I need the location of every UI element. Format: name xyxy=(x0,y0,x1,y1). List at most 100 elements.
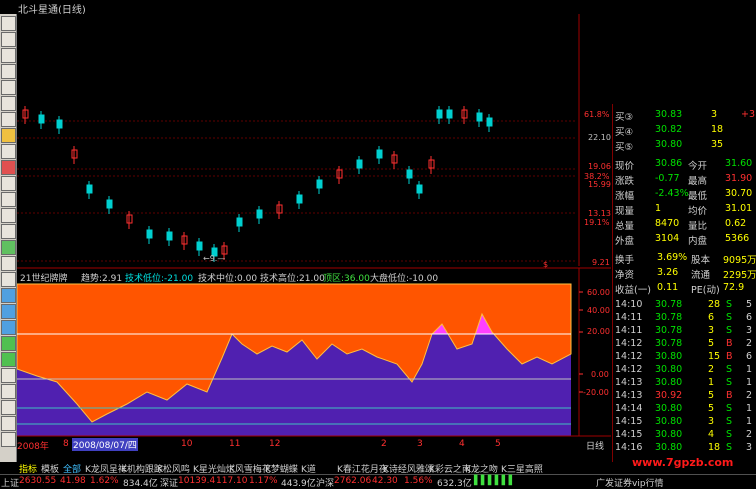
trade-time: 14:13 xyxy=(615,377,643,388)
trade-row: 14:12 30.80 2 S 1 xyxy=(613,364,756,377)
indicator-trend: 趋势:2.91 xyxy=(81,274,123,284)
stat-value: 5366 xyxy=(725,233,750,244)
stat-label: 收益(一) xyxy=(615,285,651,296)
sh-amount: 834.4亿 xyxy=(123,479,158,489)
trade-time: 14:15 xyxy=(615,416,643,427)
ind-axis-label: -20.00 xyxy=(583,388,609,397)
trade-count: 6 xyxy=(746,312,753,323)
stat-value: -0.77 xyxy=(655,173,680,184)
chart-svg xyxy=(17,14,611,437)
cursor-icon[interactable] xyxy=(1,368,16,383)
cursor-date: 2008/08/07/四 xyxy=(72,438,138,451)
candle-body xyxy=(416,184,423,194)
trade-side: S xyxy=(726,325,733,336)
table-icon[interactable] xyxy=(1,176,16,191)
quote-panel: 买③ 30.83 3 +3 买④ 30.82 18 买⑤ 30.80 35 现价 30.86 今开 31.… xyxy=(612,104,756,462)
trade-volume: 1 xyxy=(708,377,715,388)
stat-row: 现量 1 均价 31.01 xyxy=(613,202,756,217)
trade-volume: 2 xyxy=(708,364,715,375)
more-icon[interactable] xyxy=(1,432,16,447)
doc-icon[interactable] xyxy=(1,144,16,159)
trade-row: 14:15 30.80 4 S 2 xyxy=(613,429,756,442)
stat-value: -2.43% xyxy=(655,188,689,199)
candle-body xyxy=(256,209,263,219)
pen-icon[interactable] xyxy=(1,384,16,399)
month-label: 12 xyxy=(269,439,281,449)
trade-side: S xyxy=(726,403,733,414)
stat-value: 1 xyxy=(655,203,662,214)
candle-body xyxy=(406,169,413,179)
trade-volume: 5 xyxy=(708,338,715,349)
trade-count: 3 xyxy=(746,442,753,453)
settings-icon[interactable] xyxy=(1,224,16,239)
order-price: 30.83 xyxy=(655,109,683,120)
chart-icon[interactable] xyxy=(1,16,16,31)
up-arrow-icon[interactable] xyxy=(1,336,16,351)
trade-count: 1 xyxy=(746,403,753,414)
candle-body xyxy=(316,179,323,189)
sh-index: 2630.55 xyxy=(19,476,57,486)
indicator-name[interactable]: 21世纪牌牌 xyxy=(20,271,67,284)
list-icon[interactable] xyxy=(1,80,16,95)
axis-label: 13.13 xyxy=(588,209,611,218)
trade-count: 2 xyxy=(746,429,753,440)
order-row[interactable]: 买④ 30.82 18 xyxy=(613,123,756,138)
down-arrow-icon[interactable] xyxy=(1,352,16,367)
stat-row: 换手 3.69% 股本 9095万 xyxy=(613,251,756,266)
line-icon[interactable] xyxy=(1,32,16,47)
stat-row: 涨幅 -2.43% 最低 30.70 xyxy=(613,187,756,202)
sh-change: 41.98 xyxy=(60,476,86,486)
trade-side: S xyxy=(726,416,733,427)
move-icon[interactable] xyxy=(1,320,16,335)
calc-icon[interactable] xyxy=(1,208,16,223)
stat-value: 9095万 xyxy=(723,255,756,266)
kline-icon[interactable] xyxy=(1,48,16,63)
trade-volume: 3 xyxy=(708,325,715,336)
folder-icon[interactable] xyxy=(1,128,16,143)
help-icon[interactable] xyxy=(1,416,16,431)
order-row[interactable]: 买③ 30.83 3 +3 xyxy=(613,108,756,123)
order-volume: 35 xyxy=(711,139,724,150)
trade-price: 30.80 xyxy=(655,429,683,440)
trade-time: 14:12 xyxy=(615,338,643,349)
user-icon[interactable] xyxy=(1,112,16,127)
axis-label: 22.10 xyxy=(588,133,611,142)
sz-index: 10139.4 xyxy=(178,476,216,486)
period-label[interactable]: 日线 xyxy=(586,439,604,452)
candle-body xyxy=(436,109,443,119)
chart-area[interactable]: 61.8% 22.10 19.06 38.2% 15.99 13.13 19.1… xyxy=(17,14,611,462)
order-volume: 3 xyxy=(711,109,718,120)
hs-pct: 1.56% xyxy=(404,476,433,486)
sz-change: 117.10 xyxy=(216,476,248,486)
trade-price: 30.78 xyxy=(655,338,683,349)
indicator-tech-high: 技术高位:21.00 xyxy=(260,274,325,284)
order-extra: +3 xyxy=(741,109,756,120)
refresh-icon[interactable] xyxy=(1,240,16,255)
stat-row: 收益(一) 0.11 PE(动) 72.9 xyxy=(613,281,756,296)
window-icon[interactable] xyxy=(1,272,16,287)
signal-icon: ▌▌▌▌▌▌ xyxy=(474,476,516,486)
candle-body xyxy=(56,119,63,129)
text-icon[interactable] xyxy=(1,400,16,415)
f10-icon[interactable] xyxy=(1,192,16,207)
trade-price: 30.80 xyxy=(655,416,683,427)
news-icon[interactable] xyxy=(1,96,16,111)
trade-time: 14:11 xyxy=(615,325,643,336)
trade-side: S xyxy=(726,364,733,375)
zoom-in-icon[interactable] xyxy=(1,288,16,303)
stat-value: 31.01 xyxy=(725,203,753,214)
trade-count: 1 xyxy=(746,364,753,375)
trade-time: 14:12 xyxy=(615,351,643,362)
alert-icon[interactable] xyxy=(1,160,16,175)
order-row[interactable]: 买⑤ 30.80 35 xyxy=(613,138,756,153)
watermark: www.7gpzb.com xyxy=(632,456,734,469)
print-icon[interactable] xyxy=(1,256,16,271)
stat-value: 31.60 xyxy=(725,158,753,169)
stat-row: 现价 30.86 今开 31.60 xyxy=(613,157,756,172)
stat-row: 外盘 3104 内盘 5366 xyxy=(613,232,756,247)
stat-value: 0.11 xyxy=(657,282,679,293)
ind-axis-label: 20.00 xyxy=(587,327,610,336)
trade-price: 30.92 xyxy=(655,390,683,401)
grid-icon[interactable] xyxy=(1,64,16,79)
zoom-out-icon[interactable] xyxy=(1,304,16,319)
